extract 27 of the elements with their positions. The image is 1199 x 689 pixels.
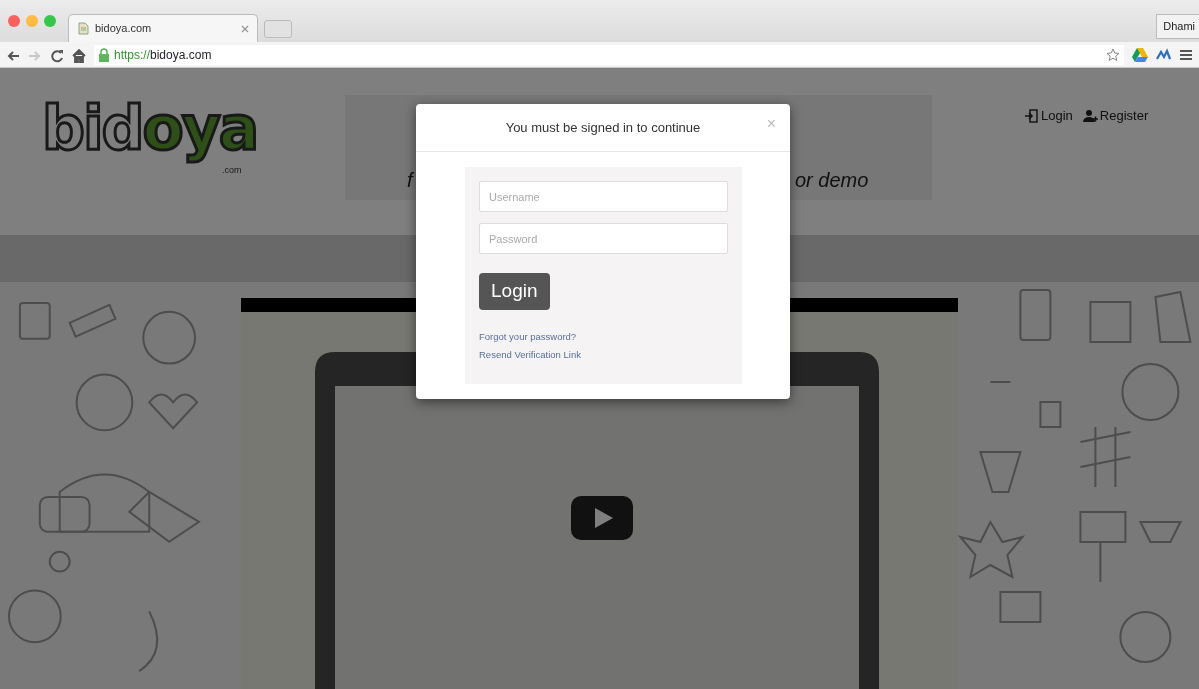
triangle-logo-icon [1132, 46, 1148, 63]
profile-button[interactable]: Dhami [1156, 14, 1199, 39]
username-field[interactable]: Username [479, 181, 728, 212]
dialog-title: You must be signed in to continue [505, 118, 701, 137]
resend-verification-link[interactable]: Resend Verification Link [479, 347, 581, 363]
banner-text: f [407, 168, 413, 193]
add-user-icon [1082, 108, 1098, 123]
banner-text: or demo [795, 168, 869, 193]
menu-icon [1179, 47, 1193, 62]
address-bar[interactable]: https://bidoya.com [94, 44, 1124, 65]
login-link[interactable]: Login [1024, 106, 1073, 126]
close-icon [241, 24, 249, 33]
star-icon [1106, 47, 1120, 62]
home-button[interactable] [72, 46, 86, 63]
tab-title: bidoya.com [95, 21, 153, 37]
browser-tab[interactable]: bidoya.com [68, 14, 258, 42]
forgot-password-link[interactable]: Forgot your password? [479, 329, 577, 344]
wave-icon [1156, 47, 1171, 62]
url-text: https://bidoya.com [114, 46, 212, 64]
login-button[interactable]: Login [479, 273, 550, 310]
play-button-icon[interactable] [570, 496, 633, 540]
logo-domain: .com [222, 164, 242, 177]
lock-icon [98, 47, 110, 62]
password-field[interactable]: Password [479, 223, 728, 254]
page-icon [77, 22, 89, 35]
register-link[interactable]: Register [1082, 106, 1149, 126]
sign-in-icon [1024, 108, 1039, 123]
